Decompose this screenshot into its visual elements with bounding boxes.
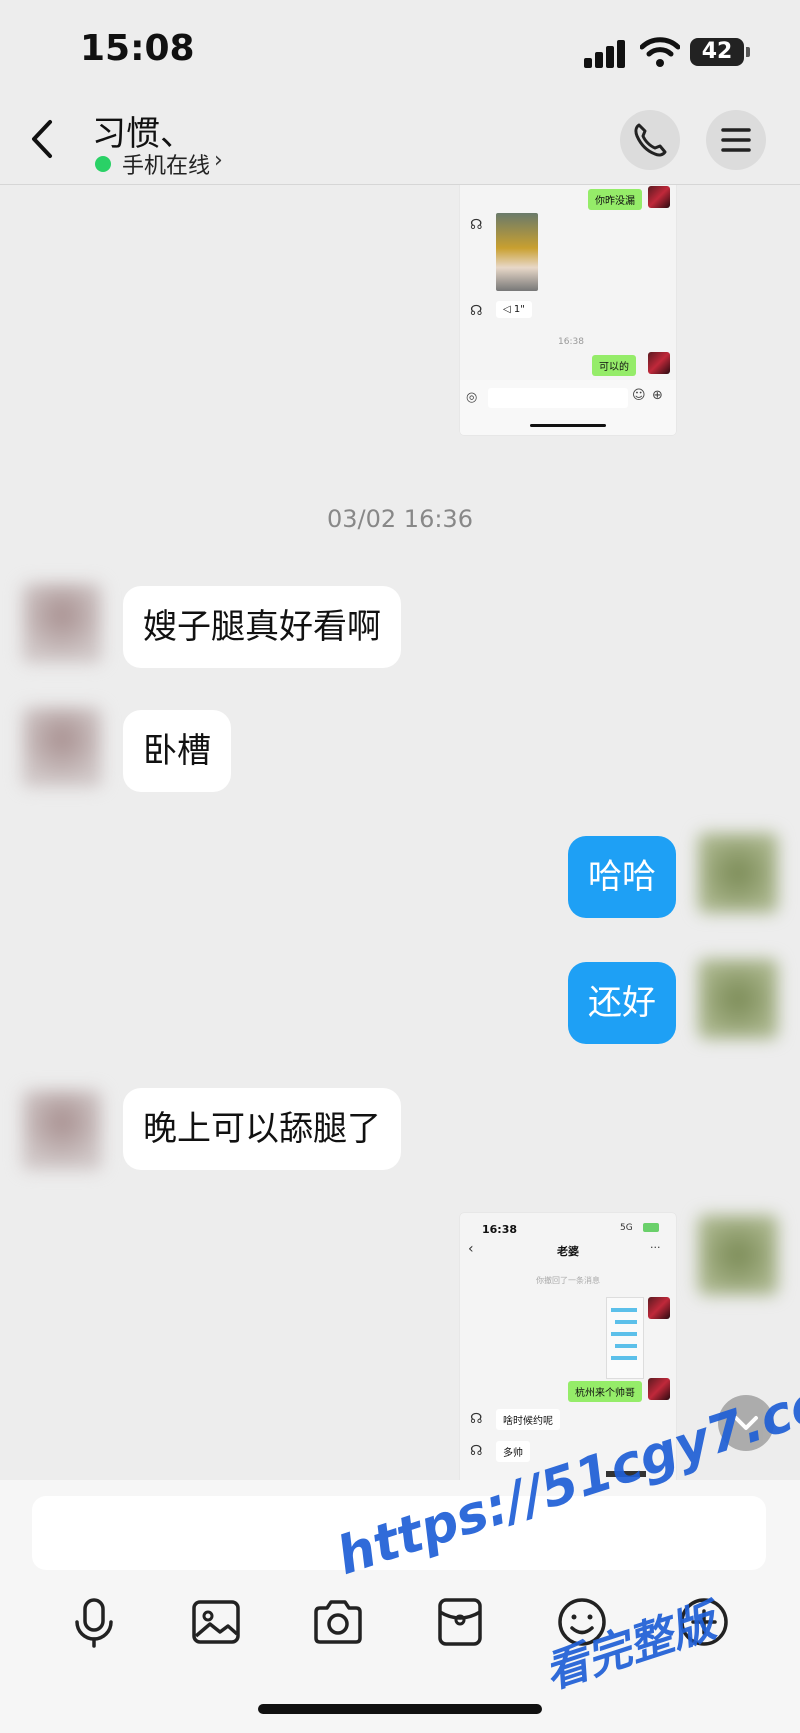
mini-input: [488, 388, 628, 408]
camera-icon[interactable]: [306, 1590, 370, 1654]
online-status-text[interactable]: 手机在线: [122, 148, 210, 180]
battery-nub: [746, 47, 750, 57]
mini-line: [611, 1308, 637, 1312]
contact-avatar[interactable]: [22, 707, 102, 787]
mini-time: 16:38: [558, 337, 584, 347]
mini-avatar-icon: ☊: [470, 303, 483, 319]
mini-avatar-icon: ☊: [470, 1443, 483, 1459]
chat-header: 习惯、 手机在线 ›: [0, 96, 800, 185]
message-bubble-received[interactable]: 嫂子腿真好看啊: [123, 586, 401, 668]
contact-avatar[interactable]: [22, 583, 102, 663]
mini-line: [615, 1320, 637, 1324]
message-bubble-sent[interactable]: 哈哈: [568, 836, 676, 918]
back-icon[interactable]: [22, 114, 62, 164]
contact-avatar[interactable]: [22, 1090, 102, 1170]
mini-photo: [496, 213, 538, 291]
image-icon[interactable]: [184, 1590, 248, 1654]
status-time: 15:08: [80, 28, 195, 69]
message-bubble-sent[interactable]: 还好: [568, 962, 676, 1044]
mini-battery: [643, 1223, 659, 1232]
more-menu-button[interactable]: [706, 110, 766, 170]
mini-bubble-green: 你昨没漏: [588, 189, 642, 210]
mini-emoji-icon: ☺: [632, 388, 646, 403]
message-bubble-received[interactable]: 晚上可以舔腿了: [123, 1088, 401, 1170]
shared-screenshot-image[interactable]: 你昨没漏 ☊ ☊ ◁ 1" 16:38 可以的 ◎ ☺ ⊕: [460, 185, 676, 435]
mini-avatar: [648, 1297, 670, 1319]
mini-voice-bubble: ◁ 1": [496, 301, 532, 318]
mini-voice-icon: ◎: [466, 390, 478, 405]
signal-icon: [584, 38, 628, 68]
chevron-right-icon[interactable]: ›: [214, 148, 223, 173]
phone-icon: [634, 123, 667, 157]
mini-avatar: [648, 186, 670, 208]
mini-bubble-green: 杭州来个帅哥: [568, 1381, 642, 1402]
mini-input-bar: ◎ ☺ ⊕: [460, 380, 676, 435]
wifi-icon: [640, 37, 680, 67]
mini-line: [615, 1344, 637, 1348]
mini-title: 老婆: [557, 1245, 579, 1258]
mini-plus-icon: ⊕: [652, 388, 663, 403]
my-avatar[interactable]: [698, 959, 778, 1039]
mini-bubble-white: 啥时候约呢: [496, 1409, 560, 1430]
mini-nested-screenshot: [606, 1297, 644, 1379]
mini-line: [611, 1332, 637, 1336]
mini-line: [611, 1356, 637, 1360]
mini-home-indicator: [530, 424, 606, 427]
mini-system-note: 你撤回了一条消息: [536, 1276, 600, 1285]
mini-status-time: 16:38: [482, 1223, 518, 1236]
my-avatar[interactable]: [698, 833, 778, 913]
chat-messages[interactable]: 你昨没漏 ☊ ☊ ◁ 1" 16:38 可以的 ◎ ☺ ⊕ 03/02 16:3…: [0, 185, 800, 1480]
mini-avatar-icon: ☊: [470, 1411, 483, 1427]
chat-timestamp: 03/02 16:36: [327, 505, 473, 533]
red-packet-icon[interactable]: [428, 1590, 492, 1654]
mini-avatar: [648, 352, 670, 374]
menu-icon: [721, 128, 751, 152]
microphone-icon[interactable]: [62, 1590, 126, 1654]
online-status-dot: [95, 156, 111, 172]
mini-bubble-white: 多帅: [496, 1441, 530, 1462]
voice-call-button[interactable]: [620, 110, 680, 170]
mini-bubble-green: 可以的: [592, 355, 636, 376]
battery-indicator: 42: [690, 38, 744, 66]
message-bubble-received[interactable]: 卧槽: [123, 710, 231, 792]
mini-status-net: 5G: [620, 1223, 633, 1233]
home-indicator: [258, 1704, 542, 1714]
mini-avatar-icon: ☊: [470, 217, 483, 233]
mini-more-icon: ···: [650, 1241, 661, 1254]
mini-avatar: [648, 1378, 670, 1400]
my-avatar[interactable]: [698, 1215, 778, 1295]
